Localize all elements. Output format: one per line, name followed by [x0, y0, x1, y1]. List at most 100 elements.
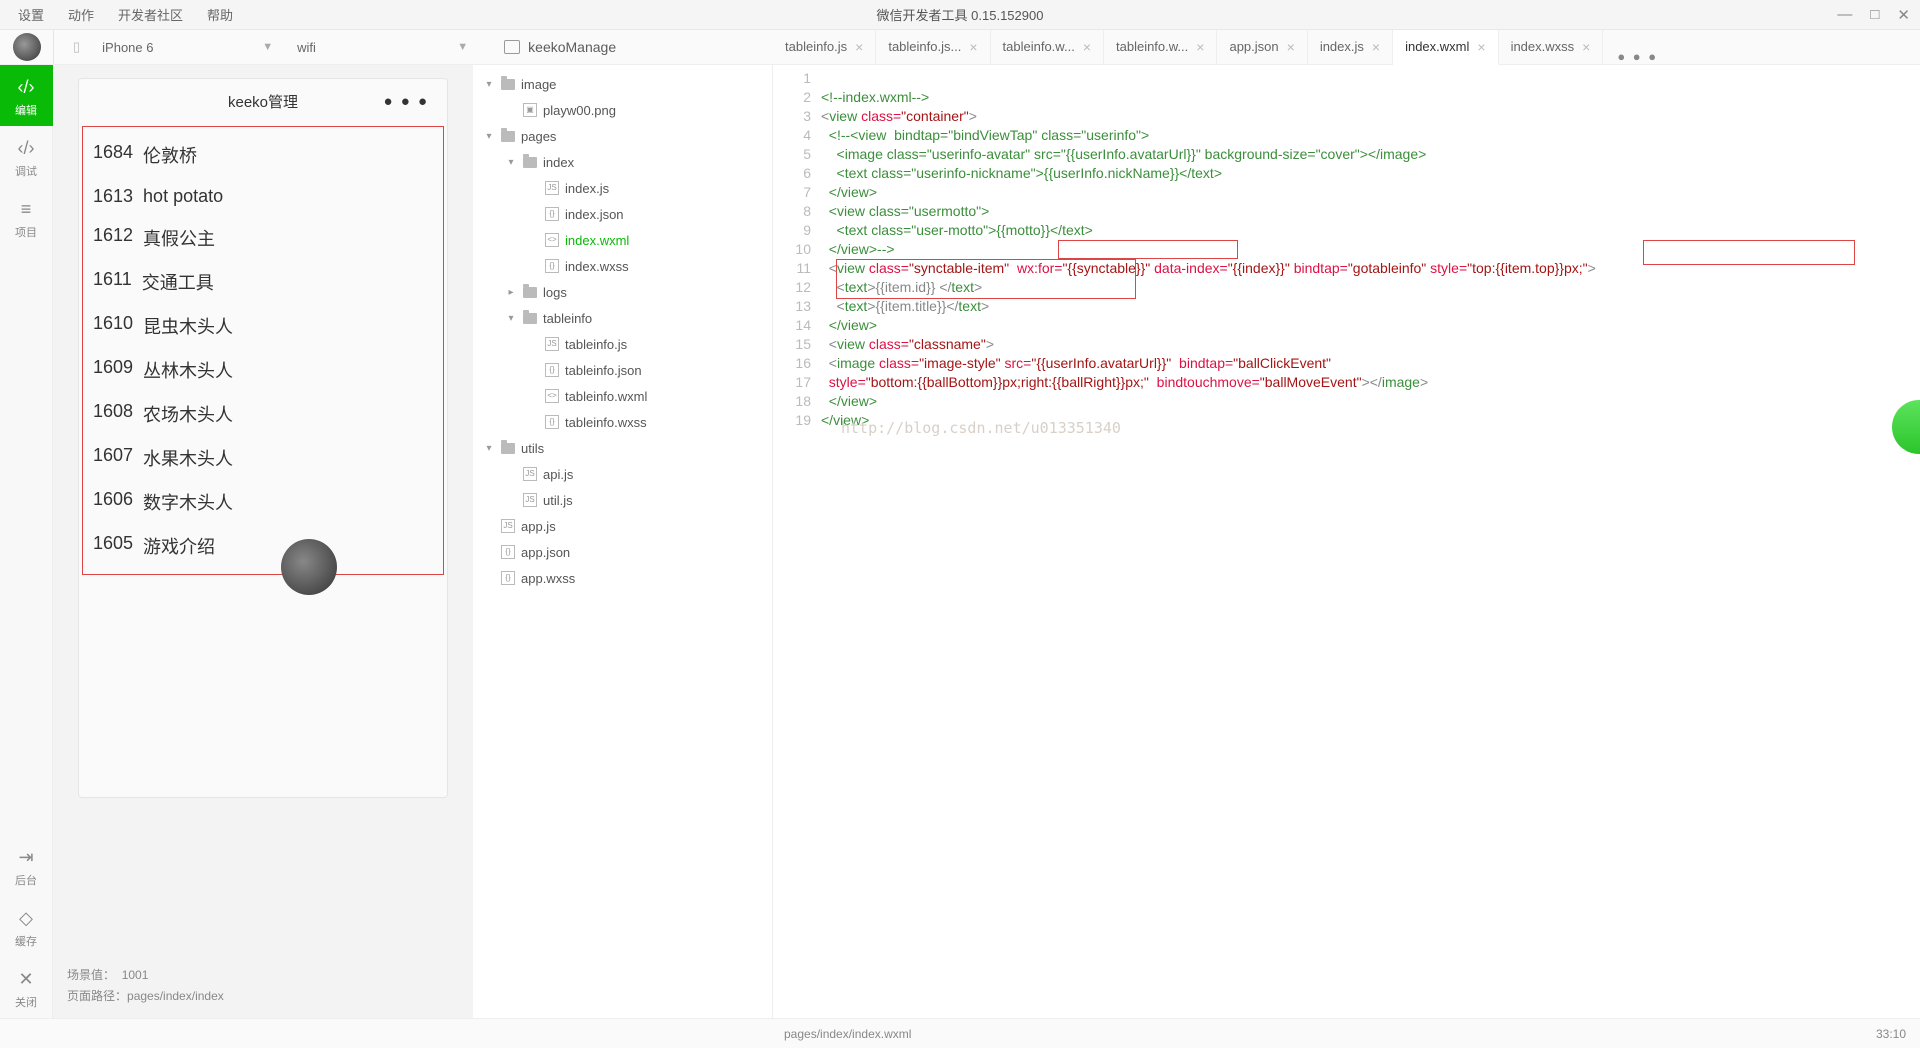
- close-icon[interactable]: ✕: [1897, 6, 1910, 24]
- sidebar-bg-label: 后台: [15, 875, 37, 887]
- tree-label: tableinfo.js: [565, 337, 627, 352]
- list-item[interactable]: 1605游戏介绍: [93, 524, 433, 568]
- tree-label: index: [543, 155, 574, 170]
- editor-tab[interactable]: index.wxml×: [1393, 30, 1498, 65]
- row-id: 1611: [93, 269, 132, 295]
- list-item[interactable]: 1613hot potato: [93, 177, 433, 216]
- line-number: 11: [773, 259, 811, 278]
- sidebar-cache[interactable]: ◇ 缓存: [0, 896, 53, 957]
- tree-item[interactable]: ▾index: [473, 149, 772, 175]
- tab-label: tableinfo.w...: [1116, 39, 1188, 54]
- sidebar-close[interactable]: ✕ 关闭: [0, 957, 53, 1018]
- line-number: 15: [773, 335, 811, 354]
- editor-tab[interactable]: index.js×: [1308, 29, 1393, 64]
- tree-item[interactable]: JSapp.js: [473, 513, 772, 539]
- list-item[interactable]: 1612真假公主: [93, 216, 433, 260]
- sidebar-debug[interactable]: ‹/› 调试: [0, 126, 53, 187]
- menu-help[interactable]: 帮助: [207, 5, 233, 24]
- menu-settings[interactable]: 设置: [18, 5, 44, 24]
- line-number: 2: [773, 88, 811, 107]
- sidebar-project[interactable]: ≡ 项目: [0, 187, 53, 248]
- close-icon[interactable]: ×: [1083, 39, 1091, 55]
- tree-item[interactable]: {}tableinfo.json: [473, 357, 772, 383]
- phone-header: keeko管理 ● ● ●: [79, 79, 447, 123]
- tree-item[interactable]: JSapi.js: [473, 461, 772, 487]
- tree-item[interactable]: {}tableinfo.wxss: [473, 409, 772, 435]
- avatar[interactable]: [13, 33, 41, 61]
- tree-item[interactable]: <>tableinfo.wxml: [473, 383, 772, 409]
- close-icon[interactable]: ×: [969, 39, 977, 55]
- folder-icon: [523, 287, 537, 298]
- list-item[interactable]: 1608农场木头人: [93, 392, 433, 436]
- tree-item[interactable]: ▸logs: [473, 279, 772, 305]
- close-icon[interactable]: ×: [1196, 39, 1204, 55]
- window-controls: — □ ✕: [1837, 6, 1910, 24]
- tree-item[interactable]: {}app.json: [473, 539, 772, 565]
- wxss-icon: {}: [501, 571, 515, 585]
- tree-label: app.js: [521, 519, 556, 534]
- editor-tab[interactable]: index.wxss×: [1499, 29, 1604, 64]
- list-item[interactable]: 1606数字木头人: [93, 480, 433, 524]
- sidebar-background[interactable]: ⇥ 后台: [0, 835, 53, 896]
- tree-item[interactable]: JStableinfo.js: [473, 331, 772, 357]
- line-number: 6: [773, 164, 811, 183]
- tree-item[interactable]: {}index.json: [473, 201, 772, 227]
- close-icon[interactable]: ×: [1287, 39, 1295, 55]
- editor-tab[interactable]: tableinfo.js×: [773, 29, 876, 64]
- tree-item[interactable]: ▣playw00.png: [473, 97, 772, 123]
- tree-label: index.json: [565, 207, 624, 222]
- network-select[interactable]: wifi ▼: [285, 30, 480, 65]
- row-id: 1607: [93, 445, 133, 471]
- list-item[interactable]: 1609丛林木头人: [93, 348, 433, 392]
- device-select[interactable]: iPhone 6 ▼: [90, 30, 285, 65]
- menu-community[interactable]: 开发者社区: [118, 5, 183, 24]
- phone-simulator: keeko管理 ● ● ● 1684伦敦桥1613hot potato1612真…: [78, 78, 448, 798]
- list-item[interactable]: 1684伦敦桥: [93, 133, 433, 177]
- close-icon[interactable]: ×: [1582, 39, 1590, 55]
- list-item[interactable]: 1611交通工具: [93, 260, 433, 304]
- sidebar-edit[interactable]: ‹/› 编辑: [0, 65, 53, 126]
- wxml-icon: <>: [545, 389, 559, 403]
- more-icon[interactable]: ● ● ●: [383, 93, 429, 110]
- editor-tab[interactable]: app.json×: [1217, 29, 1307, 64]
- tabs-more[interactable]: ● ● ●: [1603, 49, 1672, 64]
- tree-label: playw00.png: [543, 103, 616, 118]
- status-bar: pages/index/index.wxml 33:10: [0, 1018, 1920, 1048]
- editor-tab[interactable]: tableinfo.w...×: [991, 29, 1104, 64]
- floating-ball[interactable]: [281, 539, 337, 595]
- wxss-icon: {}: [545, 259, 559, 273]
- tree-item[interactable]: {}index.wxss: [473, 253, 772, 279]
- menu-actions[interactable]: 动作: [68, 5, 94, 24]
- tree-item[interactable]: {} app.wxss: [473, 565, 772, 591]
- close-icon[interactable]: ×: [855, 39, 863, 55]
- line-number: 10: [773, 240, 811, 259]
- debug-icon: ‹/›: [0, 138, 53, 159]
- tree-label: util.js: [543, 493, 573, 508]
- tree-item[interactable]: ▾utils: [473, 435, 772, 461]
- minimize-icon[interactable]: —: [1837, 6, 1852, 24]
- maximize-icon[interactable]: □: [1870, 6, 1879, 24]
- row-title: 水果木头人: [143, 445, 233, 471]
- editor-tab[interactable]: tableinfo.js...×: [876, 29, 990, 64]
- tree-label: app.wxss: [521, 571, 575, 586]
- editor-tab[interactable]: tableinfo.w... ×: [1104, 29, 1217, 64]
- tree-item[interactable]: ▾image: [473, 71, 772, 97]
- sidebar-edit-label: 编辑: [15, 105, 37, 117]
- tree-item[interactable]: JSutil.js: [473, 487, 772, 513]
- line-number: 19: [773, 411, 811, 430]
- row-title: 伦敦桥: [143, 142, 197, 168]
- close-icon[interactable]: ×: [1372, 39, 1380, 55]
- close-icon[interactable]: ×: [1477, 39, 1485, 55]
- title-bar: 设置 动作 开发者社区 帮助 微信开发者工具 0.15.152900 — □ ✕: [0, 0, 1920, 30]
- cache-icon: ◇: [0, 908, 53, 929]
- row-title: 数字木头人: [143, 489, 233, 515]
- list-item[interactable]: 1607 水果木头人: [93, 436, 433, 480]
- tree-item[interactable]: JSindex.js: [473, 175, 772, 201]
- code-editor[interactable]: 12345678910111213141516171819 <!--index.…: [773, 65, 1920, 1018]
- tree-item[interactable]: <>index.wxml: [473, 227, 772, 253]
- tree-item[interactable]: ▾pages: [473, 123, 772, 149]
- list-item[interactable]: 1610昆虫木头人: [93, 304, 433, 348]
- tree-item[interactable]: ▾tableinfo: [473, 305, 772, 331]
- line-number: 18: [773, 392, 811, 411]
- folder-icon: [523, 313, 537, 324]
